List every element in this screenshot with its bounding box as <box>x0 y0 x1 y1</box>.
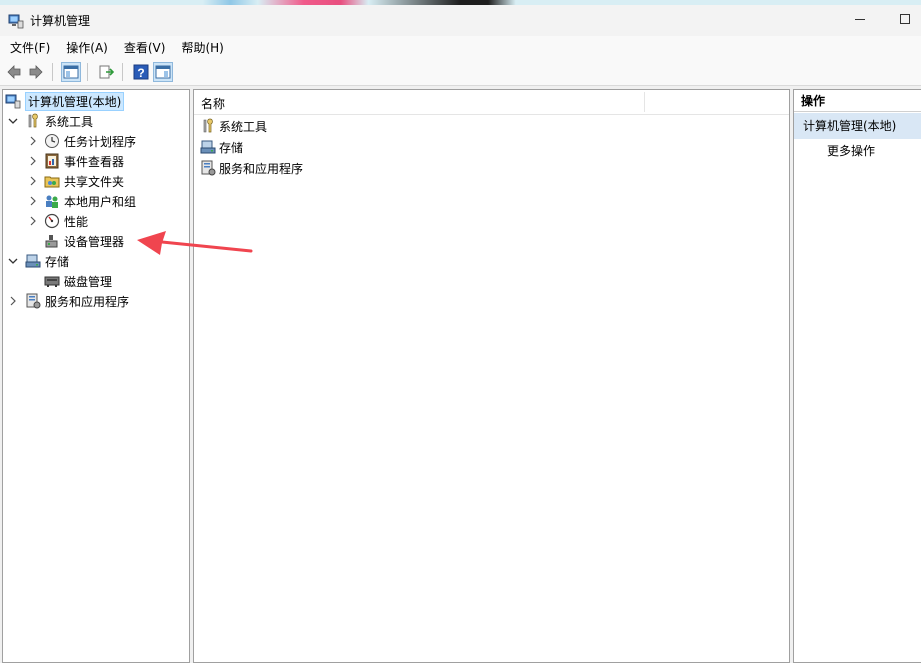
menu-help[interactable]: 帮助(H) <box>181 39 223 56</box>
tree-item-label: 性能 <box>64 214 89 229</box>
maximize-button[interactable] <box>900 14 910 24</box>
tree-item-shared-folders[interactable]: 共享文件夹 <box>44 171 124 191</box>
menu-file[interactable]: 文件(F) <box>10 39 50 56</box>
chevron-down-icon[interactable] <box>7 115 19 127</box>
services-icon <box>201 160 216 176</box>
show-hide-action-pane-icon <box>155 65 171 79</box>
menu-view[interactable]: 查看(V) <box>124 39 166 56</box>
list-item-storage[interactable]: 存储 <box>200 137 243 157</box>
export-list-icon <box>99 65 114 79</box>
tree-item-label: 任务计划程序 <box>64 134 137 149</box>
chevron-right-icon[interactable] <box>7 295 19 307</box>
chevron-right-icon[interactable] <box>27 195 39 207</box>
tree-item-device-manager[interactable]: 设备管理器 <box>44 231 124 251</box>
back-arrow-icon <box>7 65 21 79</box>
tree-item-label: 磁盘管理 <box>64 274 113 289</box>
show-hide-tree-icon <box>63 65 79 79</box>
tools-icon <box>203 118 213 133</box>
tree-item-label: 共享文件夹 <box>64 174 125 189</box>
actions-pane: 操作 计算机管理(本地) 更多操作 <box>793 89 921 663</box>
chevron-right-icon[interactable] <box>27 175 39 187</box>
tree-item-label: 设备管理器 <box>64 234 125 249</box>
tree-item-computer-management-local[interactable]: 计算机管理(本地) <box>5 91 125 111</box>
list-item-services-and-applications[interactable]: 服务和应用程序 <box>200 158 303 178</box>
toolbar-separator <box>52 63 53 81</box>
chevron-right-icon[interactable] <box>27 135 39 147</box>
tree-item-storage[interactable]: 存储 <box>25 251 69 271</box>
computer-management-icon <box>8 14 24 28</box>
storage-icon <box>200 140 216 154</box>
toolbar-separator <box>87 63 88 81</box>
tree-item-performance[interactable]: 性能 <box>44 211 88 231</box>
tree-item-label: 计算机管理(本地) <box>25 91 125 111</box>
minimize-button[interactable] <box>855 19 865 20</box>
tree-item-system-tools[interactable]: 系统工具 <box>25 111 93 131</box>
show-hide-tree-button[interactable] <box>61 62 81 82</box>
tree-item-event-viewer[interactable]: 事件查看器 <box>44 151 124 171</box>
list-item-label: 存储 <box>219 140 244 155</box>
tree-item-label: 本地用户和组 <box>64 194 137 209</box>
device-manager-icon <box>45 235 58 248</box>
list-item-label: 服务和应用程序 <box>219 161 304 176</box>
results-pane[interactable]: 名称 系统工具 存储 服务和应用程序 <box>193 89 790 663</box>
tree-item-label: 存储 <box>45 254 70 269</box>
forward-arrow-icon <box>29 65 43 79</box>
users-icon <box>46 195 58 208</box>
column-header: 名称 <box>194 90 789 115</box>
svg-text:?: ? <box>137 66 144 80</box>
services-icon <box>26 293 41 309</box>
help-button[interactable]: ? <box>131 62 151 82</box>
title-bar: 计算机管理 <box>0 5 921 36</box>
menu-action[interactable]: 操作(A) <box>66 39 108 56</box>
console-tree-pane[interactable]: 计算机管理(本地) 系统工具 任务计划程序 事件查看器 共享文件夹 本地用户和组… <box>2 89 190 663</box>
actions-pane-title: 操作 <box>794 90 921 112</box>
actions-section-header[interactable]: 计算机管理(本地) <box>794 113 921 139</box>
toolbar: ? <box>0 59 921 86</box>
column-header-name[interactable]: 名称 <box>201 95 225 112</box>
performance-icon <box>44 213 60 229</box>
list-item-system-tools[interactable]: 系统工具 <box>200 116 267 136</box>
computer-management-icon <box>5 94 21 109</box>
chevron-down-icon[interactable] <box>7 255 19 267</box>
menu-bar: 文件(F) 操作(A) 查看(V) 帮助(H) <box>0 36 921 59</box>
show-hide-action-pane-button[interactable] <box>153 62 173 82</box>
forward-button[interactable] <box>26 62 46 82</box>
disk-icon <box>44 276 60 287</box>
tree-item-label: 服务和应用程序 <box>45 294 130 309</box>
list-item-label: 系统工具 <box>219 119 268 134</box>
tree-item-label: 事件查看器 <box>64 154 125 169</box>
column-separator[interactable] <box>644 92 645 112</box>
tree-item-label: 系统工具 <box>45 114 94 129</box>
clock-icon <box>45 134 59 148</box>
export-list-button[interactable] <box>96 62 116 82</box>
tree-item-services-and-applications[interactable]: 服务和应用程序 <box>25 291 129 311</box>
storage-icon <box>25 254 41 268</box>
event-viewer-icon <box>45 153 59 169</box>
help-icon: ? <box>133 64 149 80</box>
tree-item-local-users-and-groups[interactable]: 本地用户和组 <box>44 191 136 211</box>
chevron-right-icon[interactable] <box>27 215 39 227</box>
shared-folder-icon <box>44 176 60 188</box>
tree-item-task-scheduler[interactable]: 任务计划程序 <box>44 131 136 151</box>
more-actions-link[interactable]: 更多操作 <box>827 142 875 160</box>
tools-icon <box>28 113 38 128</box>
toolbar-separator <box>122 63 123 81</box>
back-button[interactable] <box>4 62 24 82</box>
window-title: 计算机管理 <box>30 14 91 28</box>
chevron-right-icon[interactable] <box>27 155 39 167</box>
tree-item-disk-management[interactable]: 磁盘管理 <box>44 271 112 291</box>
